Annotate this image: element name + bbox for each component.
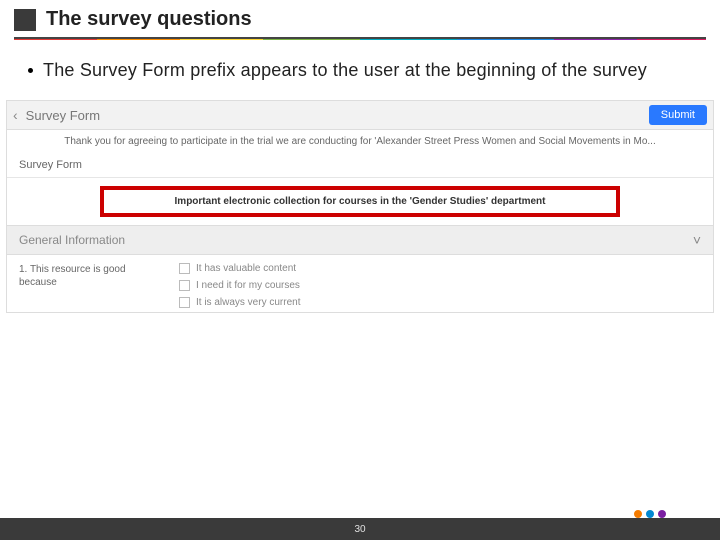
general-info-accordion[interactable]: General Information ˅ — [7, 225, 713, 255]
option-row[interactable]: It is always very current — [179, 297, 701, 308]
brand-dot-icon — [658, 510, 666, 518]
brand-dots — [634, 510, 666, 518]
option-row[interactable]: It has valuable content — [179, 263, 701, 274]
bullet-text: The Survey Form prefix appears to the us… — [43, 58, 647, 82]
embedded-screenshot: ‹ Survey Form Submit Thank you for agree… — [6, 100, 714, 313]
option-label: It is always very current — [196, 297, 300, 308]
accordion-label: General Information — [19, 233, 125, 247]
back-chevron-icon[interactable]: ‹ — [13, 107, 18, 123]
bullet-row: The Survey Form prefix appears to the us… — [0, 40, 720, 92]
checkbox-icon[interactable] — [179, 280, 190, 291]
highlight-row: Important electronic collection for cour… — [7, 178, 713, 225]
title-marker-box — [14, 9, 36, 31]
submit-button[interactable]: Submit — [649, 105, 707, 125]
bullet-dot — [28, 68, 33, 73]
option-row[interactable]: I need it for my courses — [179, 280, 701, 291]
chevron-down-icon: ˅ — [693, 232, 701, 248]
prefix-highlight-box: Important electronic collection for cour… — [100, 186, 620, 217]
question-options: It has valuable content I need it for my… — [139, 263, 701, 308]
page-number: 30 — [354, 524, 365, 535]
form-header-bar: ‹ Survey Form Submit — [7, 101, 713, 130]
question-row: 1. This resource is good because It has … — [7, 255, 713, 312]
option-label: It has valuable content — [196, 263, 296, 274]
slide-title-row: The survey questions — [0, 0, 720, 35]
form-intro-text: Thank you for agreeing to participate in… — [7, 130, 713, 153]
section-label: Survey Form — [7, 153, 713, 178]
option-label: I need it for my courses — [196, 280, 300, 291]
checkbox-icon[interactable] — [179, 297, 190, 308]
brand-dot-icon — [634, 510, 642, 518]
slide-title: The survey questions — [46, 8, 252, 31]
form-header-title: Survey Form — [26, 108, 100, 123]
question-label: 1. This resource is good because — [19, 263, 139, 308]
checkbox-icon[interactable] — [179, 263, 190, 274]
slide-footer: 30 — [0, 518, 720, 540]
brand-dot-icon — [646, 510, 654, 518]
